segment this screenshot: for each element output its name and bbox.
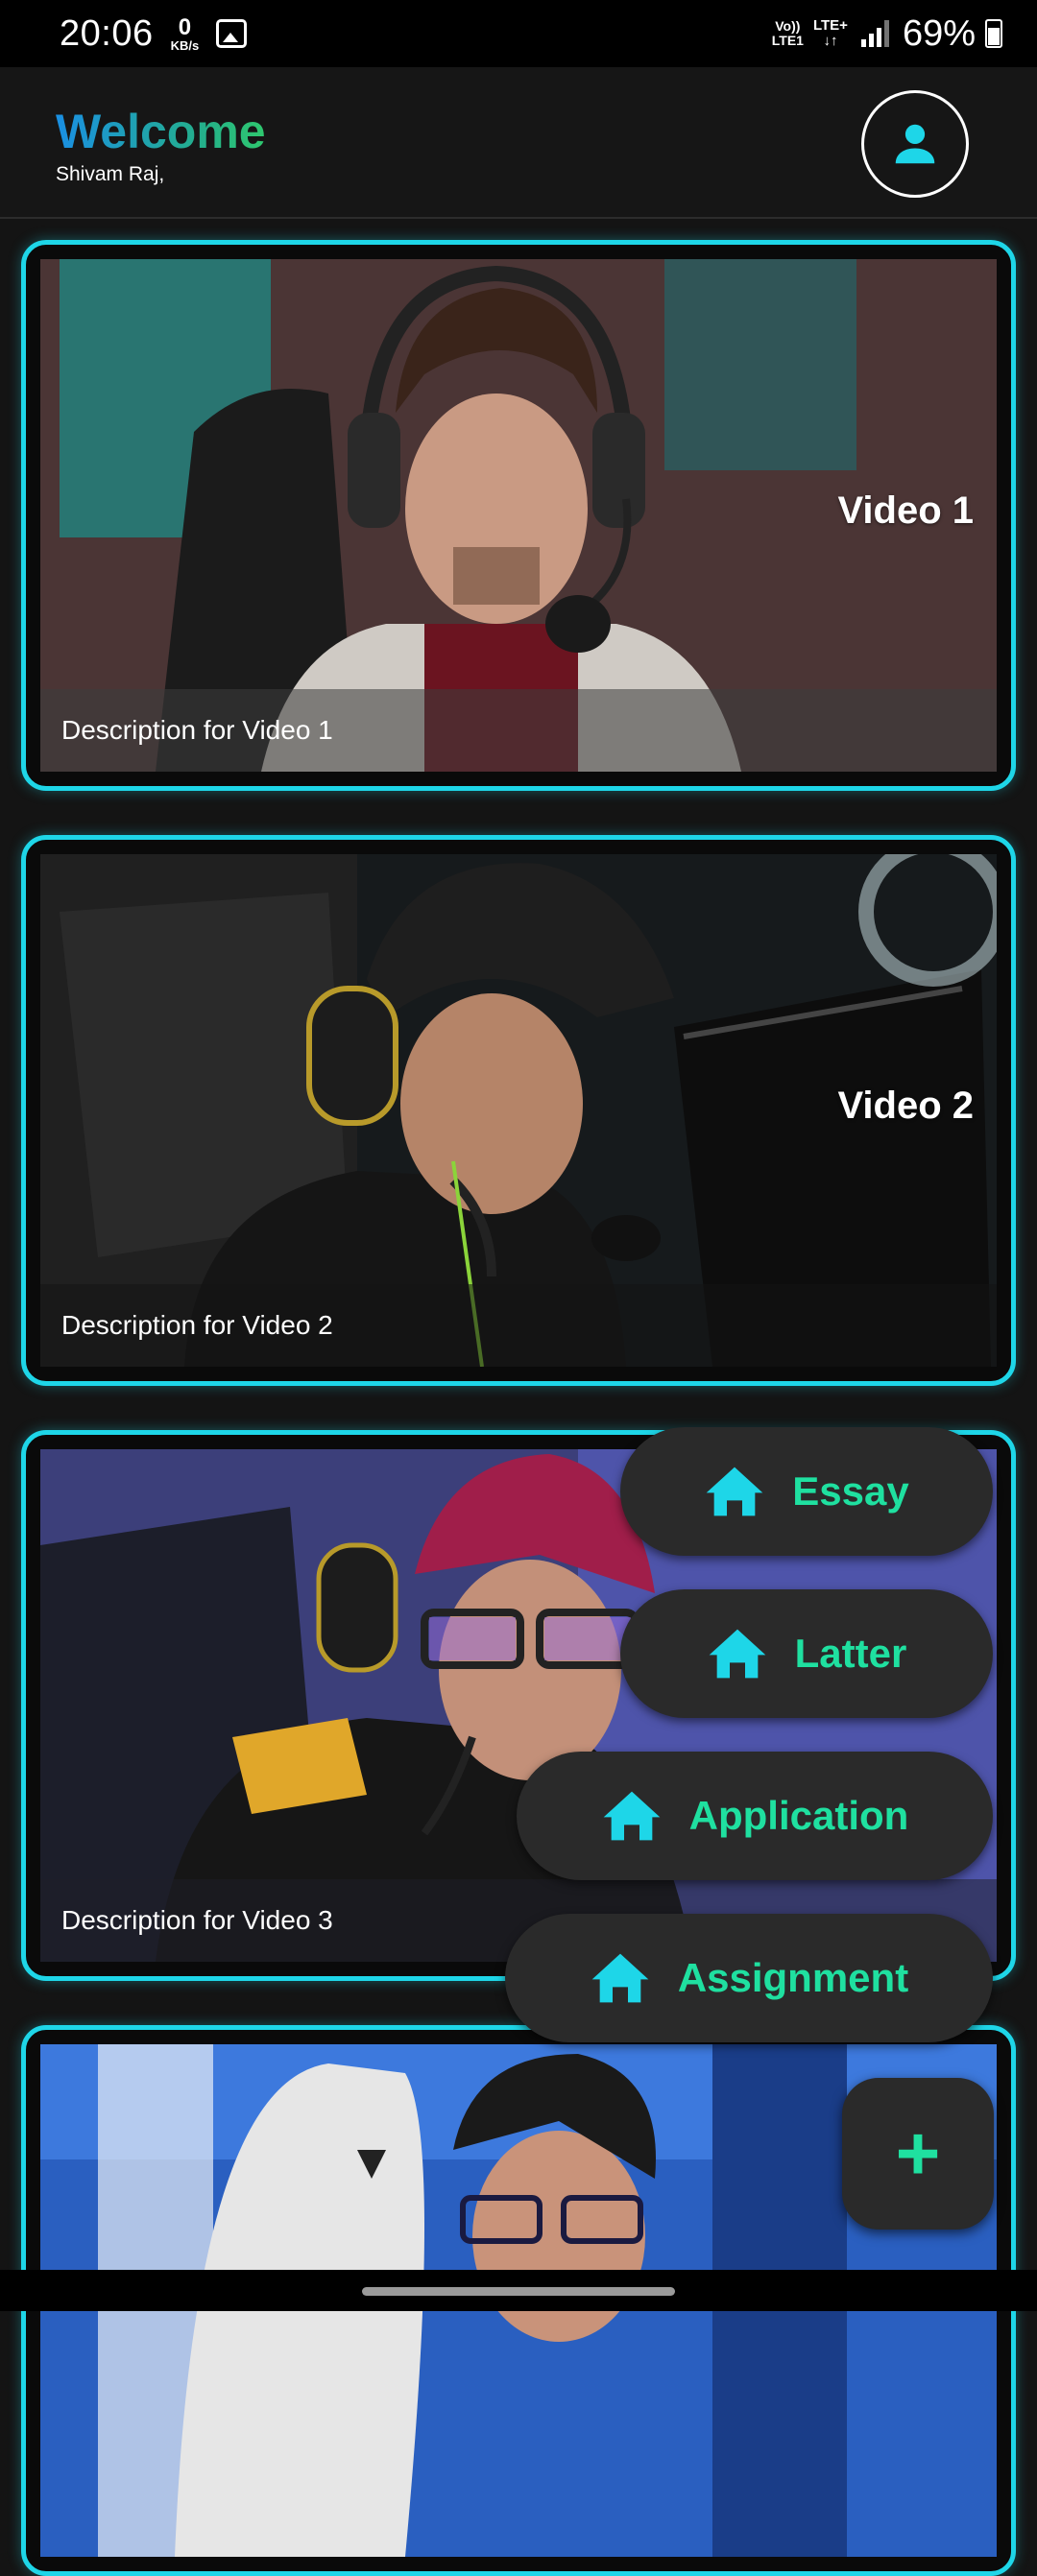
video-title: Video 1 (837, 489, 974, 532)
video-description: Description for Video 2 (61, 1310, 333, 1340)
plus-icon: + (895, 2111, 941, 2196)
video-card[interactable]: Video 1 Description for Video 1 (21, 240, 1016, 791)
volte-indicator: Vo)) LTE1 (772, 19, 804, 47)
app-header: Welcome Shivam Raj, (0, 67, 1037, 219)
video-thumbnail: Video 2 Description for Video 2 (40, 854, 997, 1367)
fab-menu-assignment[interactable]: Assignment (505, 1914, 993, 2042)
add-fab-button[interactable]: + (842, 2078, 994, 2230)
video-description: Description for Video 1 (61, 715, 333, 745)
gallery-icon (216, 19, 248, 48)
fab-menu-essay[interactable]: Essay (620, 1427, 993, 1556)
gesture-handle[interactable] (362, 2287, 675, 2296)
battery-icon (985, 19, 1002, 48)
volte-top: Vo)) (775, 18, 801, 35)
navigation-bar (0, 2270, 1037, 2311)
description-bar: Description for Video 1 (40, 689, 997, 772)
welcome-title: Welcome (56, 105, 266, 158)
fab-menu-label: Essay (792, 1468, 909, 1514)
video-description: Description for Video 3 (61, 1905, 333, 1935)
fab-menu-label: Latter (794, 1631, 907, 1676)
fab-menu-latter[interactable]: Latter (620, 1589, 993, 1718)
video-title: Video 2 (837, 1085, 974, 1127)
battery-percent: 69% (902, 12, 976, 54)
user-name: Shivam Raj, (56, 163, 165, 185)
fab-menu-application[interactable]: Application (517, 1752, 993, 1880)
net-speed: 0 KB/s (170, 13, 200, 53)
signal-icon (860, 20, 889, 47)
lte-top: LTE+ (812, 17, 848, 35)
description-bar: Description for Video 2 (40, 1284, 997, 1367)
lte-indicator: LTE+ ↓↑ (813, 18, 848, 49)
net-speed-value: 0 (178, 13, 192, 40)
profile-button[interactable] (861, 90, 969, 198)
home-icon (709, 1629, 765, 1679)
fab-menu-label: Assignment (677, 1955, 909, 2000)
status-bar: 20:06 0 KB/s Vo)) LTE1 LTE+ ↓↑ 69% (0, 0, 1037, 67)
home-icon (603, 1791, 660, 1841)
fab-menu-label: Application (688, 1793, 909, 1838)
video-card[interactable]: Video 2 Description for Video 2 (21, 835, 1016, 1386)
status-time: 20:06 (60, 12, 154, 54)
lte-bottom: ↓↑ (823, 33, 838, 49)
home-icon (591, 1953, 649, 2003)
person-icon (895, 124, 935, 164)
home-icon (706, 1467, 763, 1516)
net-speed-unit: KB/s (170, 37, 200, 53)
volte-bottom: LTE1 (771, 33, 804, 48)
video-thumbnail: Video 1 Description for Video 1 (40, 259, 997, 772)
